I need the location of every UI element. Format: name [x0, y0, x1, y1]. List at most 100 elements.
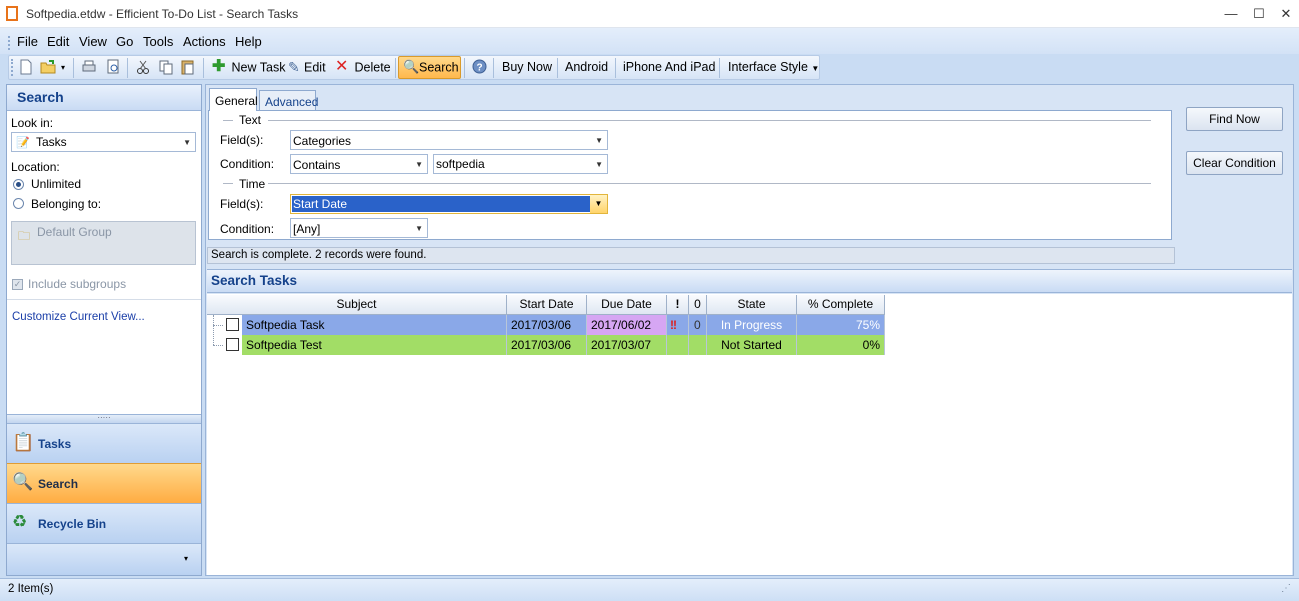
toolbar-separator [615, 58, 616, 78]
clear-condition-button[interactable]: Clear Condition [1186, 151, 1283, 175]
text-field-value: Categories [293, 134, 352, 148]
delete-x-icon: ✕ [335, 58, 349, 75]
buy-now-button[interactable]: Buy Now [502, 60, 552, 74]
paste-icon[interactable] [180, 59, 196, 75]
group-selector[interactable]: 🗀 Default Group [11, 221, 196, 265]
nav-overflow[interactable]: ▾ [7, 543, 201, 575]
include-subgroups-label: Include subgroups [28, 277, 127, 291]
unlimited-radio[interactable] [13, 179, 24, 190]
text-condition-select[interactable]: Contains ▼ [290, 154, 428, 174]
results-title: Search Tasks [211, 273, 298, 288]
menu-go[interactable]: Go [116, 34, 133, 49]
menu-actions[interactable]: Actions [183, 34, 226, 49]
tab-advanced[interactable]: Advanced [259, 90, 318, 110]
menu-help[interactable]: Help [235, 34, 262, 49]
edit-button[interactable]: ✎ Edit [288, 60, 326, 76]
time-fields-label: Field(s): [220, 197, 264, 211]
text-section-label: Text [239, 113, 262, 127]
column-header-due-date[interactable]: Due Date [587, 295, 667, 315]
minimize-button[interactable]: — [1218, 4, 1244, 24]
edit-label: Edit [304, 60, 326, 75]
app-icon [6, 6, 18, 21]
default-group-label: Default Group [37, 225, 112, 239]
belonging-to-radio[interactable] [13, 198, 24, 209]
column-header-priority[interactable]: ! [667, 295, 689, 315]
time-condition-value: [Any] [293, 222, 321, 236]
cell-subject: Softpedia Test [242, 335, 507, 355]
print-icon[interactable] [81, 59, 97, 75]
search-pane-title: Search [17, 89, 64, 105]
tasks-nav-icon: 📋 [12, 432, 35, 452]
nav-overflow-chevron-icon: ▾ [184, 554, 189, 563]
customize-view-link[interactable]: Customize Current View... [12, 311, 145, 323]
plus-icon: ✚ [212, 58, 226, 75]
column-header-attachment[interactable]: 0 [689, 295, 707, 315]
menu-edit[interactable]: Edit [47, 34, 69, 49]
row-checkbox[interactable] [226, 338, 239, 351]
toolbar-separator [127, 58, 128, 78]
column-header-start-date[interactable]: Start Date [507, 295, 587, 315]
text-section-rule [223, 120, 233, 121]
table-row[interactable]: Softpedia Test 2017/03/06 2017/03/07 Not… [207, 335, 885, 355]
splitter-grip[interactable]: ····· [7, 414, 201, 423]
close-button[interactable]: ✕ [1273, 4, 1299, 24]
menu-view[interactable]: View [79, 34, 107, 49]
column-header-subject[interactable]: Subject [207, 295, 507, 315]
tasks-icon: 📝 [16, 137, 30, 149]
nav-search[interactable]: 🔍 Search [7, 463, 201, 503]
menu-file[interactable]: File [17, 34, 38, 49]
new-task-button[interactable]: ✚ New Task [212, 58, 286, 76]
cell-complete: 75% [797, 315, 885, 335]
menu-tools[interactable]: Tools [143, 34, 173, 49]
time-field-select[interactable]: Start Date ▼ [290, 194, 608, 214]
help-icon[interactable]: ? [472, 59, 487, 74]
cut-icon[interactable] [135, 59, 151, 75]
tree-line [213, 325, 223, 326]
row-checkbox[interactable] [226, 318, 239, 331]
look-in-select[interactable]: 📝 Tasks ▼ [11, 132, 196, 152]
new-task-label: New Task [231, 60, 286, 75]
chevron-down-icon: ▼ [415, 224, 423, 233]
android-button[interactable]: Android [565, 60, 608, 74]
new-file-icon[interactable] [18, 59, 34, 75]
column-header-complete[interactable]: % Complete [797, 295, 885, 315]
column-header-state[interactable]: State [707, 295, 797, 315]
toolbar-separator [493, 58, 494, 78]
resize-grip-icon[interactable]: ⋰ [1281, 583, 1291, 594]
toolbar-separator [557, 58, 558, 78]
look-in-value: Tasks [36, 135, 67, 149]
nav-tasks[interactable]: 📋 Tasks [7, 423, 201, 463]
text-value-input[interactable]: softpedia ▼ [433, 154, 608, 174]
copy-icon[interactable] [158, 59, 174, 75]
nav-recycle-bin[interactable]: ♻ Recycle Bin [7, 503, 201, 543]
find-now-button[interactable]: Find Now [1186, 107, 1283, 131]
delete-button[interactable]: ✕ Delete [335, 58, 391, 76]
search-button-content[interactable]: 🔍Search [403, 60, 459, 76]
time-condition-label: Condition: [220, 222, 275, 236]
cell-state: Not Started [707, 335, 797, 355]
text-condition-label: Condition: [220, 157, 275, 171]
maximize-button[interactable]: ☐ [1246, 4, 1272, 24]
time-condition-select[interactable]: [Any] ▼ [290, 218, 428, 238]
print-preview-icon[interactable] [105, 59, 121, 75]
open-dropdown-icon[interactable]: ▾ [61, 63, 65, 72]
time-section-rule [223, 183, 233, 184]
nav-tasks-label: Tasks [38, 437, 72, 451]
text-field-select[interactable]: Categories ▼ [290, 130, 608, 150]
nav-search-label: Search [38, 477, 79, 491]
toolbar-separator [719, 58, 720, 78]
table-row[interactable]: Softpedia Task 2017/03/06 2017/06/02 !! … [207, 315, 885, 345]
toolbar-separator [395, 58, 396, 78]
cell-state: In Progress [707, 315, 797, 335]
toolbar-grip [11, 59, 14, 76]
interface-style-button[interactable]: Interface Style ▼ [728, 60, 819, 74]
open-folder-icon[interactable] [40, 59, 56, 75]
search-label: Search [419, 60, 459, 75]
iphone-ipad-button[interactable]: iPhone And iPad [623, 60, 715, 74]
tab-general[interactable]: General [209, 88, 258, 111]
include-subgroups-checkbox[interactable]: ✓ [12, 279, 23, 290]
time-section-label: Time [239, 177, 266, 191]
cell-priority [667, 335, 689, 355]
window-title: Softpedia.etdw - Efficient To-Do List - … [26, 7, 299, 21]
toolbar-separator [73, 58, 74, 78]
